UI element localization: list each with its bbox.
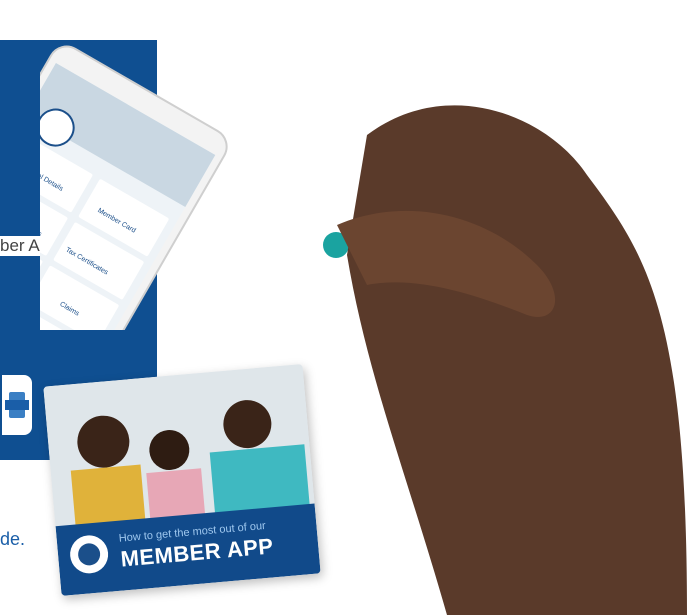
company-logo-icon bbox=[68, 533, 110, 575]
hand-image bbox=[337, 105, 687, 615]
panel-text-guide: de. bbox=[0, 529, 26, 549]
member-app-card: How to get the most out of our MEMBER AP… bbox=[43, 364, 321, 596]
app-logo-icon[interactable] bbox=[2, 375, 32, 435]
